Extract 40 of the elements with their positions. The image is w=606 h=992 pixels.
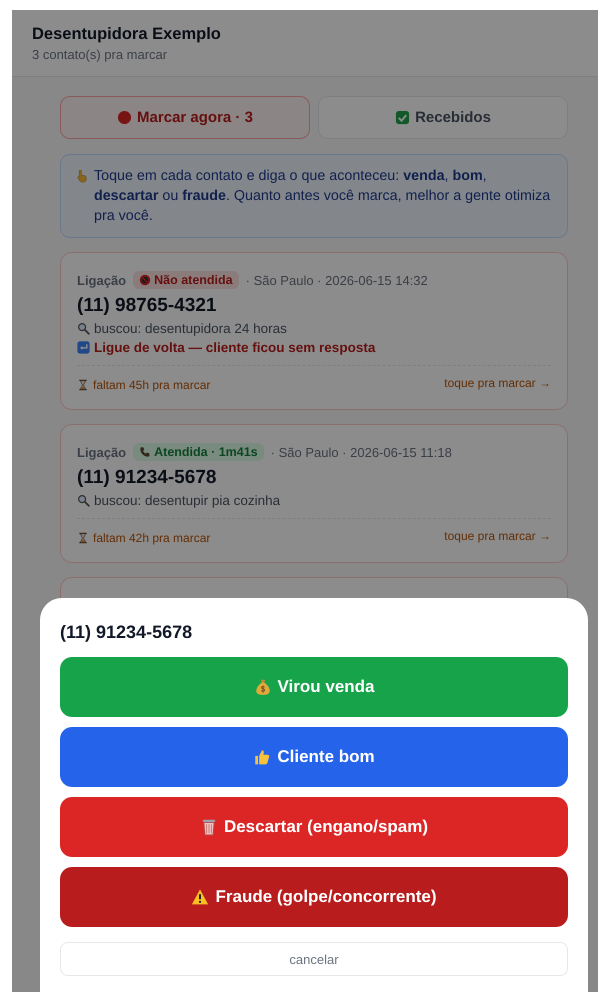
contact-card[interactable]: Ligação Não atendida · São Paulo · 2026-06-15 14:32 (11) 98765-4321 buscou: desentupidora 24 horas Ligue de volta — cliente ficou sem resposta faltam 45h pra marcar toque pra marcar → [60,252,568,410]
hourglass-icon [77,532,89,544]
outcome-button[interactable]: Cliente bom [60,727,568,787]
deadline-text: faltam 42h pra marcar [93,531,210,545]
contact-type-label: Ligação [77,272,126,288]
magnifier-icon [77,322,90,335]
mark-link[interactable]: toque pra marcar → [444,376,551,390]
magnifier-icon [77,494,90,507]
check-box-icon [395,110,410,125]
outcome-button[interactable]: Virou venda [60,657,568,717]
pointing-hand-icon [75,169,89,183]
callback-alert-text: Ligue de volta — cliente ficou sem resposta [94,340,376,355]
filter-tab[interactable]: Recebidos [318,96,568,139]
location-time-text: · São Paulo · 2026-06-15 11:18 [270,444,452,460]
location-time-text: · São Paulo · 2026-06-15 14:32 [246,272,428,288]
no-call-icon [139,274,152,286]
call-status-badge: Atendida · 1m41s [133,443,264,461]
warning-icon [191,888,210,906]
money-bag-icon [254,678,272,696]
contact-card[interactable]: Ligação Atendida · 1m41s · São Paulo · 2026-06-15 11:18 (11) 91234-5678 buscou: desentupir pia cozinha faltam 42h pra marcar toque pra marcar → [60,424,568,563]
contact-type-label: Ligação [77,444,126,460]
outcome-button[interactable]: Descartar (engano/spam) [60,797,568,857]
app-title: Desentupidora Exemplo [32,25,222,44]
deadline-text: faltam 45h pra marcar [93,378,210,392]
cancel-button[interactable]: cancelar [60,942,568,976]
phone-number: (11) 98765-4321 [77,295,218,317]
phone-icon [139,446,152,458]
dot-icon [117,110,132,125]
pending-count-text: 3 contato(s) pra marcar [32,47,168,62]
search-term-text: buscou: desentupir pia cozinha [94,493,280,508]
call-status-badge: Não atendida [133,271,239,289]
instructions-text: Toque em cada contato e diga o que aconteceu: venda, bom, descartar ou fraude. Quanto antes você marca, melhor a gente otimiza pra você. [94,167,552,226]
thumbs-up-icon [253,748,272,766]
filter-tab[interactable]: Marcar agora · 3 [60,96,310,139]
outcome-button[interactable]: Fraude (golpe/concorrente) [60,867,568,927]
sheet-title: (11) 91234-5678 [60,622,194,643]
mark-link[interactable]: toque pra marcar → [444,529,551,543]
phone-number: (11) 91234-5678 [77,467,218,489]
hourglass-icon [77,379,89,391]
search-term-text: buscou: desentupidora 24 horas [94,321,287,336]
